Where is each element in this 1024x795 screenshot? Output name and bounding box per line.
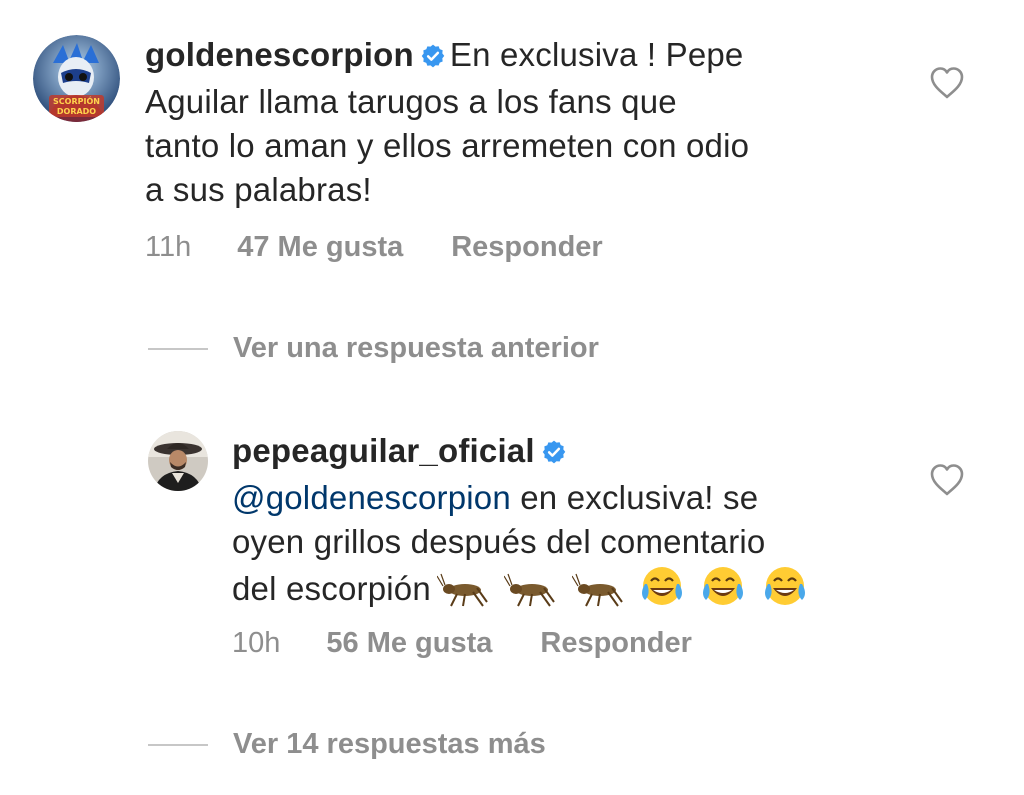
comment-text-line: En exclusiva ! Pepe: [449, 36, 744, 73]
avatar[interactable]: SCORPIÓN DORADO: [33, 35, 120, 122]
view-more-replies-label: Ver 14 respuestas más: [233, 728, 546, 760]
comments-thread: SCORPIÓN DORADO goldenescorpion En exclus…: [0, 0, 1024, 795]
cricket-icon: [436, 573, 488, 607]
cricket-icon: [503, 573, 556, 607]
comment-timestamp[interactable]: 11h: [145, 231, 191, 264]
comment-text-line: tanto lo aman y ellos arremeten con odio: [145, 127, 750, 164]
cricket-icon: [571, 573, 623, 607]
comment-text-line: a sus palabras!: [145, 171, 372, 208]
likes-count[interactable]: 56 Me gusta: [326, 627, 492, 660]
divider-line: [148, 743, 208, 746]
comment-text-line: Aguilar llama tarugos a los fans que: [145, 83, 677, 120]
comment-text-line: del escorpión: [232, 570, 431, 607]
reply-button[interactable]: Responder: [540, 627, 691, 660]
comment-username[interactable]: pepeaguilar_oficial: [232, 432, 535, 469]
comment-text-line: oyen grillos después del comentario: [232, 523, 766, 560]
view-previous-replies-link[interactable]: Ver una respuesta anterior: [148, 332, 599, 365]
view-more-replies-link[interactable]: Ver 14 respuestas más: [148, 728, 546, 761]
divider-line: [148, 347, 208, 350]
avatar-logo-text: DORADO: [57, 107, 96, 116]
likes-count[interactable]: 47 Me gusta: [237, 231, 403, 264]
like-heart-icon[interactable]: [929, 66, 965, 105]
verified-badge-icon: [541, 432, 567, 476]
comment-body: goldenescorpion En exclusiva ! Pepe Aguil…: [145, 33, 905, 212]
view-previous-replies-label: Ver una respuesta anterior: [233, 332, 599, 364]
avatar-logo-text: SCORPIÓN: [53, 95, 100, 106]
emoji-row: [431, 564, 808, 619]
tears-of-joy-icon: [764, 567, 805, 605]
tears-of-joy-icon: [642, 567, 683, 605]
reply-button[interactable]: Responder: [451, 231, 602, 264]
like-heart-icon[interactable]: [929, 463, 965, 502]
comment-text-line: en exclusiva! se: [510, 479, 759, 516]
comment-meta: 11h 47 Me gusta Responder: [145, 231, 603, 264]
comment-meta: 10h 56 Me gusta Responder: [232, 627, 692, 660]
tears-of-joy-icon: [703, 567, 744, 605]
comment-username[interactable]: goldenescorpion: [145, 36, 414, 73]
comment-timestamp[interactable]: 10h: [232, 627, 280, 660]
verified-badge-icon: [420, 36, 446, 80]
avatar[interactable]: [148, 431, 208, 491]
mention-link[interactable]: @goldenescorpion: [232, 479, 511, 516]
comment-body: pepeaguilar_oficial @goldenescorpion en …: [232, 429, 912, 619]
